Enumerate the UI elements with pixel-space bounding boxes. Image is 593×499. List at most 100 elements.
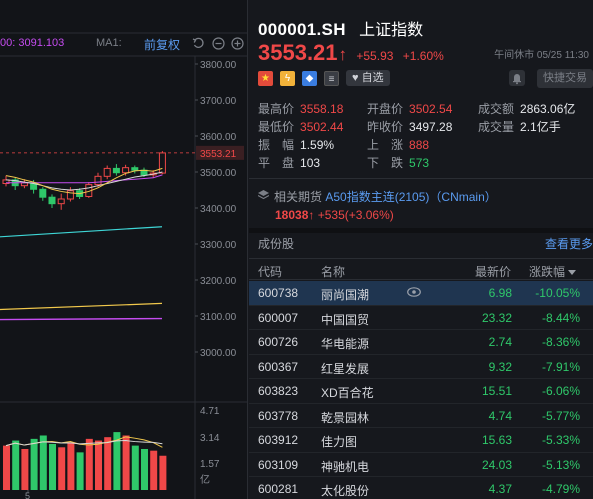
- row-name: XD百合花: [321, 386, 374, 400]
- candle-body: [158, 152, 166, 174]
- price-axis-label: 3000.00: [200, 348, 237, 359]
- volume-bar: [12, 440, 20, 490]
- label-icon[interactable]: ◆: [302, 70, 317, 86]
- layers-icon: [258, 190, 269, 200]
- zoom-out-icon[interactable]: [212, 37, 225, 50]
- volume-bar: [122, 435, 130, 490]
- stat-prev-close: 昨收价 3497.28: [367, 120, 453, 134]
- table-row[interactable]: 603109 神驰机电 24.03 -5.13%: [249, 453, 593, 477]
- heart-icon: ♥: [352, 72, 362, 84]
- row-name: 华电能源: [321, 337, 370, 351]
- see-more-link[interactable]: 查看更多: [545, 235, 593, 252]
- components-title: 成份股: [258, 237, 295, 251]
- price-axis-label: 3200.00: [200, 276, 237, 287]
- row-code: 600738: [258, 286, 299, 300]
- col-code-header[interactable]: 代码: [258, 263, 282, 280]
- date-tick-label: 5: [25, 491, 30, 499]
- row-name: 太化股份: [321, 484, 370, 498]
- adjust-mode-button[interactable]: 前复权: [144, 36, 180, 53]
- table-row[interactable]: 600726 华电能源 2.74 -8.36%: [249, 330, 593, 355]
- security-title: 000001.SH 上证指数: [258, 16, 423, 40]
- row-code: 600281: [258, 482, 299, 496]
- related-futures[interactable]: 相关期货 A50指数主连(2105)（CNmain）: [258, 188, 497, 205]
- stat-high: 最高价 3558.18: [258, 102, 344, 116]
- volume-axis-label: 4.71: [200, 406, 220, 417]
- up-arrow-icon: ↑: [338, 45, 348, 64]
- row-change: -7.91%: [541, 359, 580, 374]
- stat-flat: 平 盘 103: [258, 156, 321, 170]
- kline-chart[interactable]: 3800.00 3700.00 3600.00 3500.00 3400.00 3300.…: [0, 0, 248, 499]
- row-price: 15.51: [481, 384, 512, 398]
- stat-up-count: 上 涨 888: [367, 138, 430, 152]
- col-price-header[interactable]: 最新价: [475, 263, 511, 280]
- row-name: 红星发展: [321, 361, 370, 376]
- row-price: 4.74: [488, 408, 512, 423]
- volume-bar: [49, 443, 56, 490]
- futures-price: 18038: [275, 208, 309, 222]
- volume-bar: [3, 445, 10, 490]
- zoom-in-icon[interactable]: [231, 37, 244, 50]
- volume-bar: [131, 445, 139, 490]
- chart-toolbar: 00: 3091.103 MA1: 前复权: [0, 34, 247, 54]
- table-row[interactable]: 600281 太化股份 4.37 -4.79%: [249, 477, 593, 499]
- futures-name-link[interactable]: A50指数主连(2105)（CNmain）: [325, 190, 496, 204]
- bell-icon[interactable]: [509, 70, 525, 86]
- table-row[interactable]: 603912 佳力图 15.63 -5.33%: [249, 428, 593, 453]
- flash-icon[interactable]: ϟ: [280, 70, 295, 86]
- price-axis-label: 3500.00: [200, 168, 237, 179]
- candle-body: [48, 196, 56, 205]
- row-name: 佳力图: [321, 435, 358, 449]
- security-code: 000001.SH: [258, 20, 346, 39]
- row-price: 15.63: [481, 433, 512, 447]
- candle-body: [94, 175, 102, 186]
- reset-icon[interactable]: [192, 37, 205, 50]
- table-row[interactable]: 600738 丽尚国潮 6.98 -10.05%: [249, 281, 593, 306]
- row-code: 603912: [258, 433, 299, 447]
- volume-bar: [58, 447, 66, 490]
- row-name: 神驰机电: [321, 459, 370, 474]
- volume-bar: [67, 442, 75, 490]
- table-row[interactable]: 600367 红星发展 9.32 -7.91%: [249, 355, 593, 379]
- document-icon[interactable]: ≡: [324, 70, 339, 86]
- price-axis-label: 3700.00: [200, 96, 237, 107]
- stat-low: 最低价 3502.44: [258, 120, 344, 134]
- volume-bar: [95, 440, 102, 490]
- row-change: -5.33%: [541, 433, 580, 447]
- col-name-header[interactable]: 名称: [321, 263, 345, 280]
- row-change: -5.77%: [541, 408, 580, 423]
- candle-body: [66, 190, 74, 200]
- candle-body: [122, 167, 130, 174]
- quick-trade-button[interactable]: 快捷交易: [537, 69, 593, 88]
- col-change-header[interactable]: 涨跌幅: [529, 263, 577, 280]
- components-table-header: 代码 名称 最新价 涨跌幅: [249, 258, 593, 280]
- stat-down-count: 下 跌 573: [367, 156, 430, 170]
- market-status: 午间休市 05/25 11:30: [494, 50, 589, 61]
- add-watchlist-button[interactable]: ♥ 自选: [346, 70, 390, 86]
- volume-bar: [104, 437, 112, 490]
- ma-readout: 00: 3091.103: [0, 37, 65, 49]
- china-flag-icon[interactable]: ★: [258, 70, 273, 86]
- volume-bar: [39, 435, 47, 490]
- volume-bar: [30, 438, 38, 490]
- row-change: -5.13%: [541, 457, 580, 472]
- table-row[interactable]: 603823 XD百合花 15.51 -6.06%: [249, 379, 593, 404]
- table-row[interactable]: 603778 乾景园林 4.74 -5.77%: [249, 404, 593, 428]
- row-name: 乾景园林: [321, 410, 370, 425]
- candle-body: [57, 198, 65, 205]
- security-name: 上证指数: [359, 22, 424, 39]
- price-axis-label: 3600.00: [200, 132, 237, 143]
- volume-axis-label: 3.14: [200, 433, 220, 444]
- futures-label: 相关期货: [274, 190, 323, 204]
- futures-up-arrow-icon: ↑: [308, 208, 315, 222]
- table-row[interactable]: 600007 中国国贸 23.32 -8.44%: [249, 306, 593, 330]
- row-code: 600726: [258, 335, 299, 349]
- volume-bar: [76, 452, 84, 490]
- volume-bar: [159, 455, 167, 490]
- change-percent: +1.60%: [402, 49, 444, 63]
- stat-volume: 成交量 2.1亿手: [478, 120, 561, 134]
- row-change: -6.06%: [541, 384, 580, 398]
- row-code: 600007: [258, 310, 299, 325]
- eye-icon[interactable]: [407, 287, 421, 297]
- kline-chart-panel[interactable]: 3800.00 3700.00 3600.00 3500.00 3400.00 3300.…: [0, 0, 248, 499]
- row-name: 丽尚国潮: [321, 288, 370, 302]
